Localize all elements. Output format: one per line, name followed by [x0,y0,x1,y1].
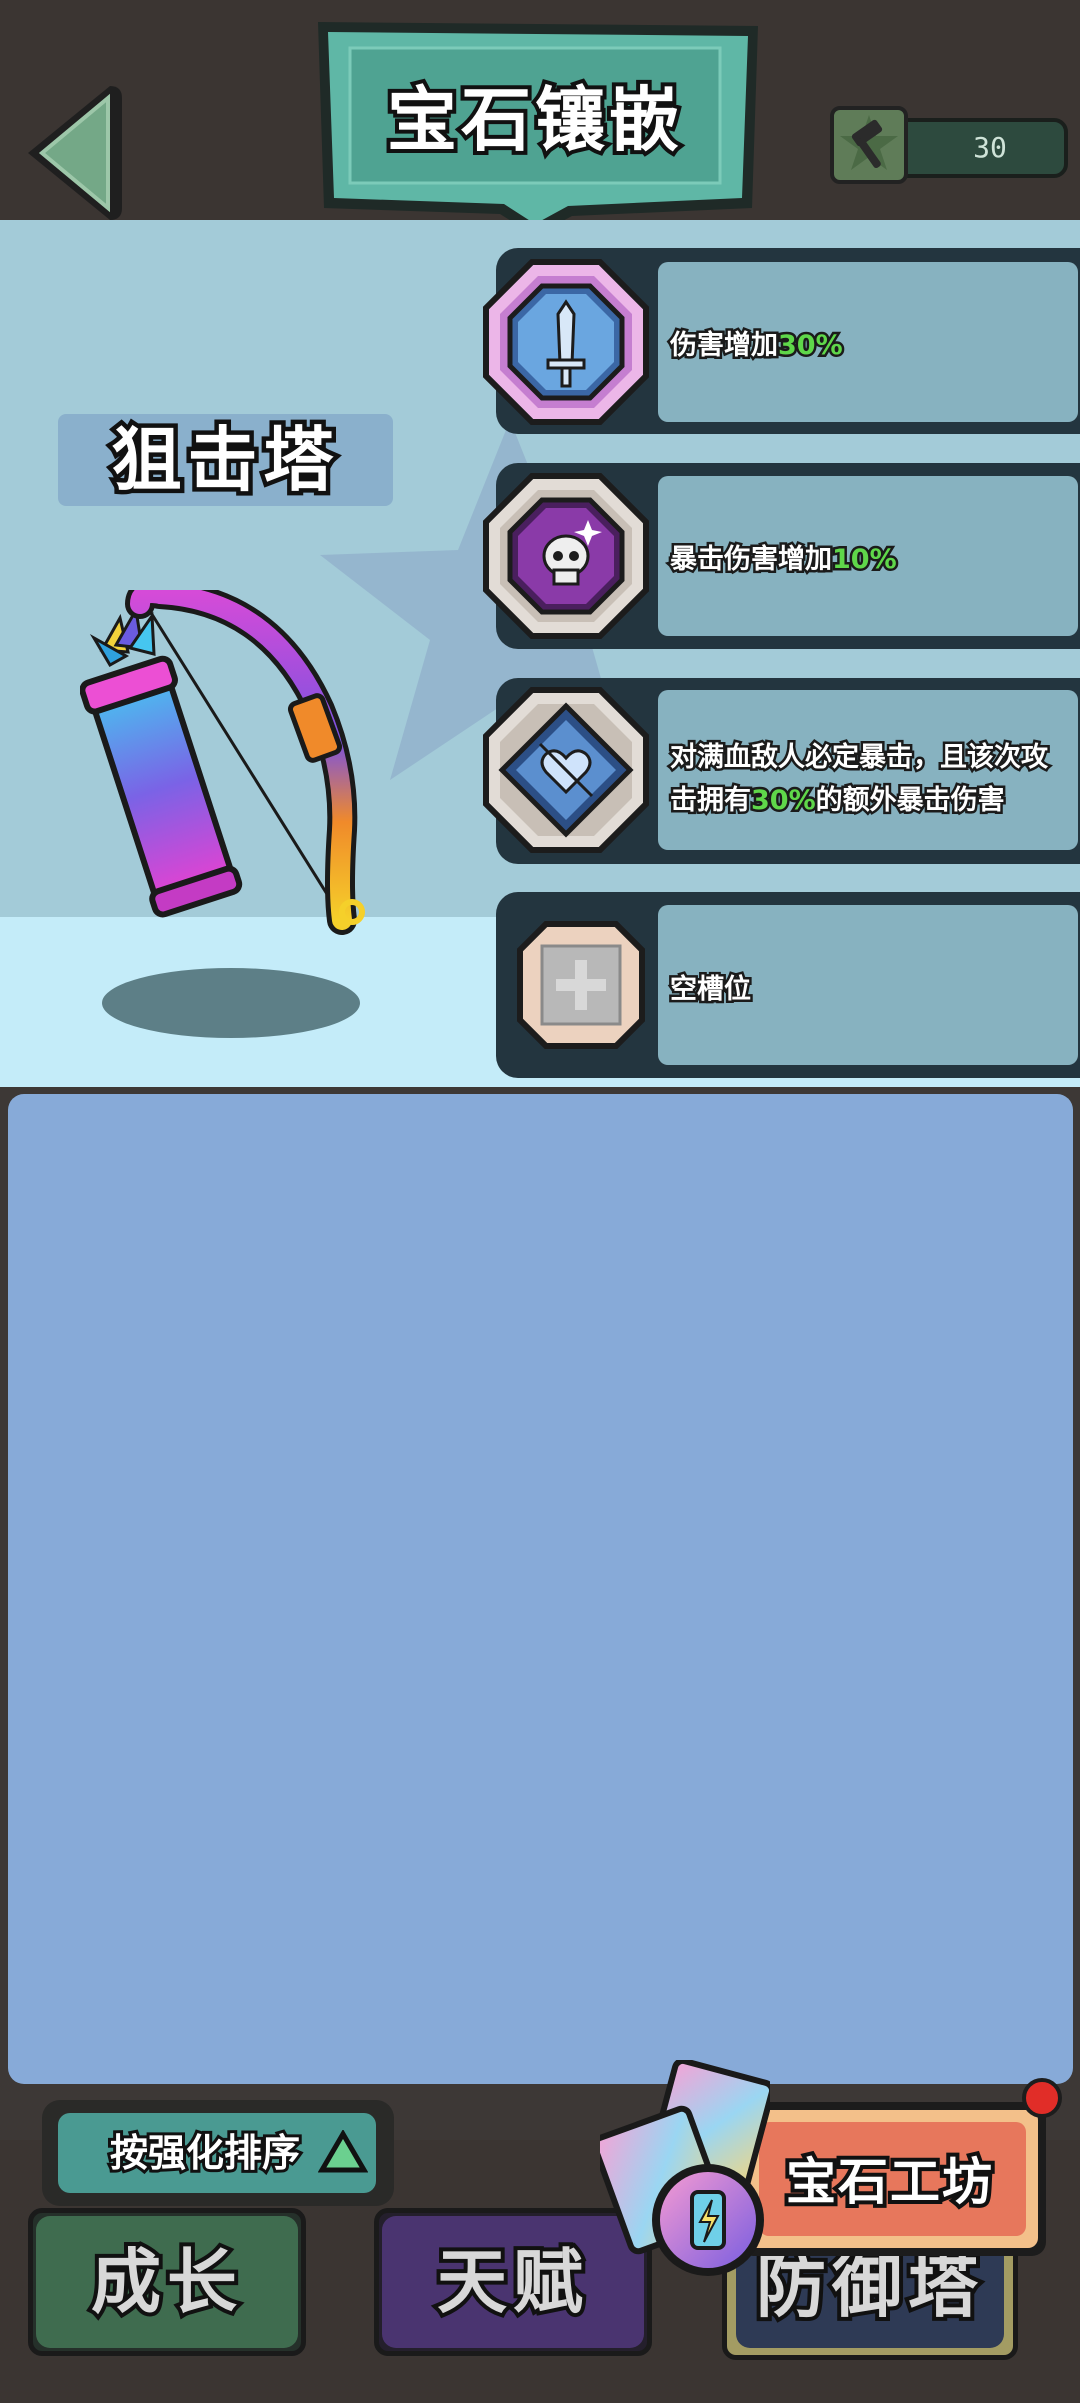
sword-gem-icon [483,259,649,425]
hammer-count: 30 [973,131,1007,164]
hammer-icon [830,106,908,184]
gem-workshop-label: 宝石工坊 [782,2149,996,2215]
gem-slot-1-value: 30% [776,328,846,364]
gem-slot-3-line-2: 击拥有30%的额外暴击伤害 [668,783,1008,819]
tower-name: 狙击塔 [107,415,340,506]
back-arrow-icon[interactable] [10,78,130,228]
gem-inventory-panel[interactable] [8,1094,1073,2084]
bow-quiver-icon [80,590,365,935]
gem-slot-3-line-1: 对满血敌人必定暴击，且该次攻 [668,740,1051,776]
gem-slot-4-description: 空槽位 [668,972,754,1008]
page-title: 宝石镶嵌 [383,75,683,165]
gem-slot-2-value: 10% [830,542,900,578]
tower-shadow [102,968,360,1038]
skull-gem-icon [483,473,649,639]
tab-growth-label: 成长 [87,2237,243,2327]
plus-icon[interactable] [506,910,656,1060]
notification-dot [1022,2078,1062,2118]
gem-slot-1-description: 伤害增加30% [668,328,846,364]
gem-slot-2-description: 暴击伤害增加10% [668,542,900,578]
gem-slot-3-description: 对满血敌人必定暴击，且该次攻 击拥有30%的额外暴击伤害 [668,736,1080,822]
gem-cards-icon [600,2060,770,2276]
sort-button-label: 按强化排序 [107,2128,303,2178]
heart-gem-icon [483,687,649,853]
gem-slot-3-value: 30% [749,783,819,819]
triangle-up-icon [318,2130,368,2173]
